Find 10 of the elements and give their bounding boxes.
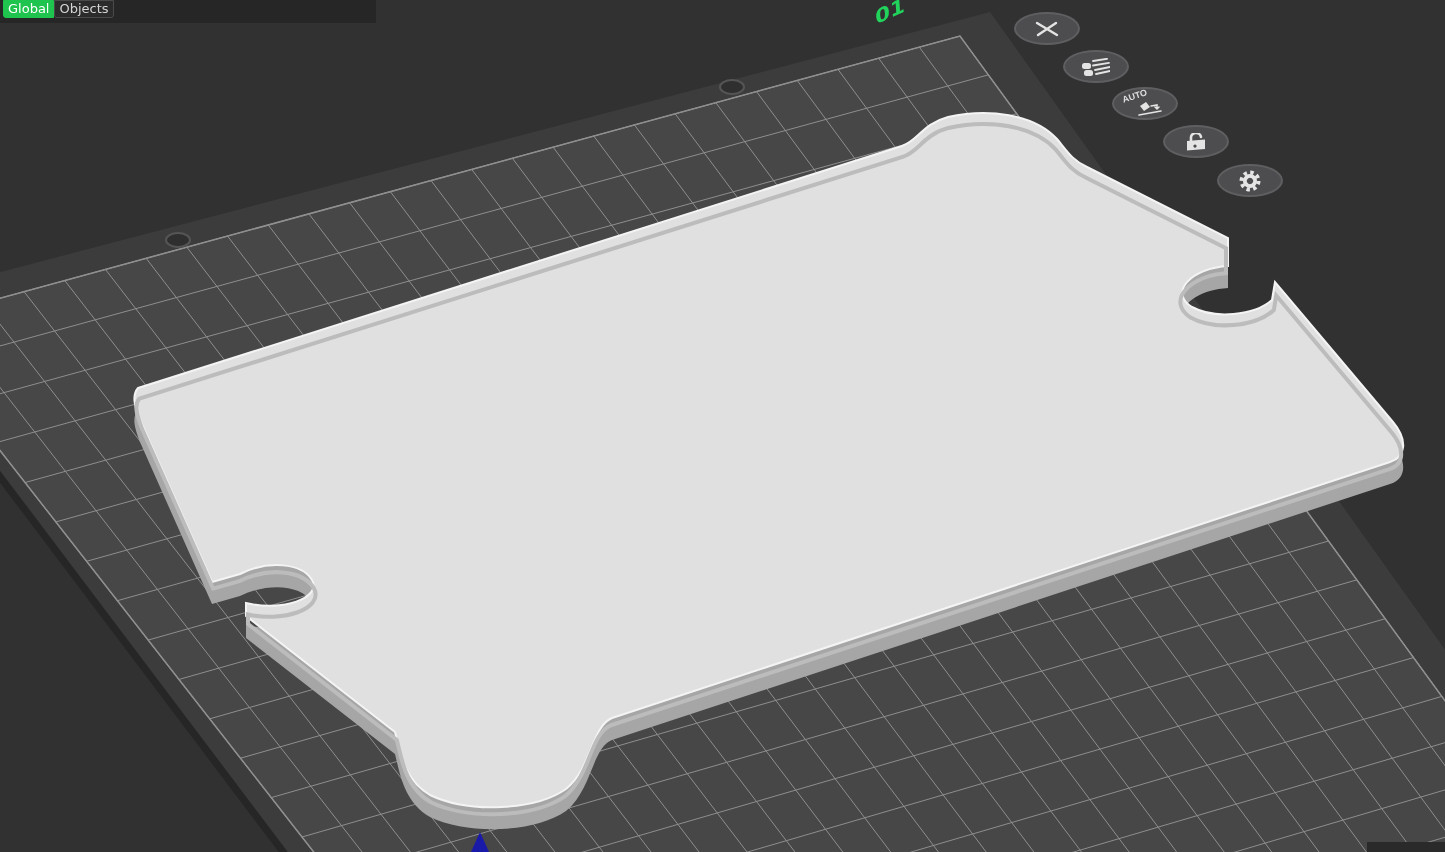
close-icon <box>1035 20 1059 37</box>
plate-number: 01 <box>874 0 906 28</box>
axis-cone-icon <box>471 832 489 852</box>
view-tab[interactable]: Objects <box>54 0 114 18</box>
auto-orient-button[interactable]: AUTO <box>1112 87 1178 120</box>
settings-icon <box>1239 169 1261 192</box>
padlock-icon <box>1186 132 1206 151</box>
close-button[interactable] <box>1014 12 1080 45</box>
screw-hole-icon <box>719 79 745 95</box>
arrange-icon <box>1082 57 1110 76</box>
